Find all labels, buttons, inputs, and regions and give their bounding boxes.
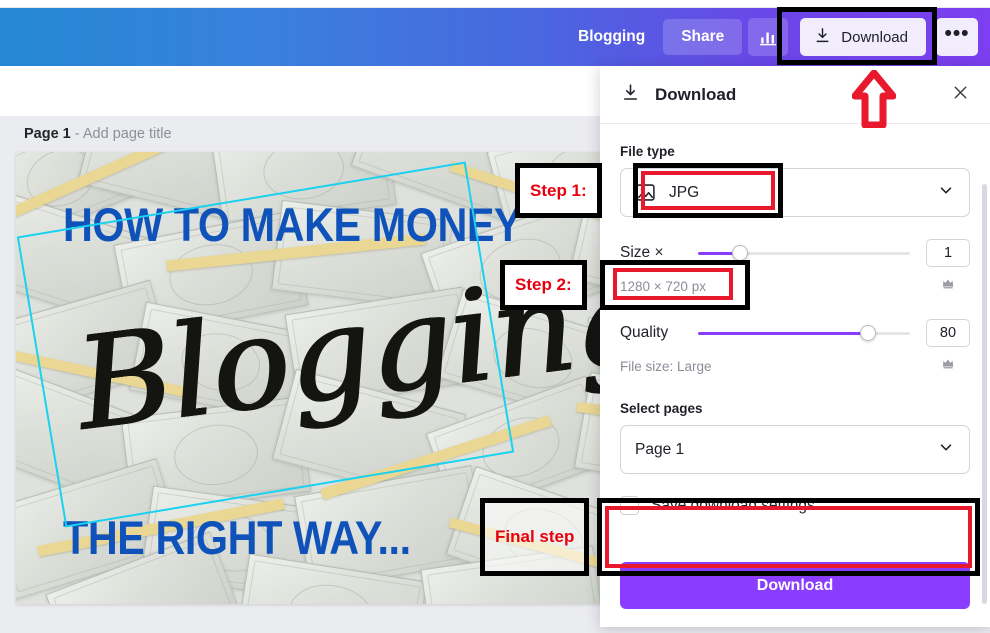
- select-pages-value: Page 1: [635, 440, 685, 458]
- page-title-separator: -: [74, 126, 80, 142]
- size-slider-track[interactable]: [698, 245, 910, 261]
- select-pages-dropdown[interactable]: Page 1: [620, 425, 970, 474]
- download-panel-footer: Download: [600, 548, 990, 627]
- quality-slider-knob[interactable]: [859, 325, 876, 341]
- top-header-bar: Blogging Share Download •••: [0, 8, 990, 66]
- size-slider-row[interactable]: Size × 1: [620, 239, 970, 267]
- header-download-button[interactable]: Download: [800, 18, 926, 56]
- file-type-label: File type: [620, 144, 675, 159]
- panel-download-button[interactable]: Download: [620, 562, 970, 609]
- file-type-select[interactable]: JPG: [620, 168, 970, 217]
- page-number-label: Page 1: [24, 126, 71, 142]
- quality-value-box[interactable]: 80: [926, 319, 970, 347]
- share-button[interactable]: Share: [663, 19, 743, 55]
- download-panel-title: Download: [655, 84, 737, 104]
- size-dimensions-text: 1280 × 720 px: [620, 278, 706, 294]
- size-dimensions-row: 1280 × 720 px: [620, 275, 970, 297]
- design-name-button[interactable]: Blogging: [564, 19, 659, 55]
- image-file-icon: [635, 182, 656, 203]
- save-settings-label: Save download settings: [651, 496, 815, 514]
- file-size-note: File size: Large: [620, 358, 712, 374]
- size-label: Size ×: [620, 244, 664, 261]
- file-type-value: JPG: [669, 183, 700, 201]
- size-value-box[interactable]: 1: [926, 239, 970, 267]
- annotation-step-2: Step 2:: [500, 260, 587, 310]
- file-size-row: File size: Large: [620, 355, 970, 377]
- quality-label: Quality: [620, 324, 669, 341]
- download-panel-body: File type JPG Size × 1 1280 × 720 px Qua…: [600, 124, 990, 604]
- header-download-label: Download: [841, 28, 908, 46]
- bar-chart-icon[interactable]: [748, 18, 789, 56]
- chevron-down-icon: [937, 438, 955, 461]
- page-title-placeholder[interactable]: Add page title: [83, 126, 172, 142]
- annotation-step-1: Step 1:: [515, 163, 602, 218]
- annotation-final-step: Final step: [480, 498, 590, 576]
- crown-icon: [942, 357, 957, 375]
- download-arrow-icon: [813, 26, 832, 49]
- download-arrow-icon: [620, 82, 641, 108]
- download-panel-header: Download: [600, 66, 990, 124]
- download-panel: Download File type JPG Size × 1 1280 × 7…: [600, 66, 990, 627]
- crown-icon: [942, 277, 957, 295]
- canva-editor-screen: Blogging Share Download ••• Page 1 - Add…: [0, 0, 990, 633]
- quality-slider-row[interactable]: Quality 80: [620, 319, 970, 347]
- more-options-button[interactable]: •••: [936, 18, 978, 56]
- chevron-down-icon: [937, 181, 955, 204]
- top-strip: [0, 0, 990, 8]
- close-x-icon[interactable]: [947, 79, 974, 111]
- quality-slider-track[interactable]: [698, 325, 910, 341]
- save-download-settings-row[interactable]: Save download settings: [620, 496, 970, 515]
- select-pages-label: Select pages: [620, 401, 703, 416]
- save-settings-checkbox[interactable]: [620, 496, 639, 515]
- page-title-row[interactable]: Page 1 - Add page title: [24, 126, 172, 142]
- panel-scrollbar[interactable]: [982, 184, 987, 604]
- size-slider-knob[interactable]: [732, 245, 749, 261]
